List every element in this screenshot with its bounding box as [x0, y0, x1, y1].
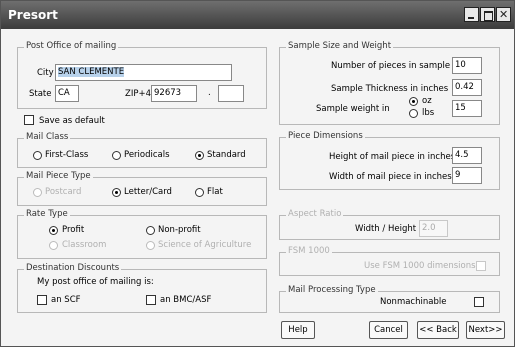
thickness-label: Sample Thickness in inches	[331, 84, 449, 94]
window-title: Presort	[8, 8, 58, 22]
back-button[interactable]: << Back	[417, 321, 459, 339]
city-field[interactable]: SAN CLEMENTE	[55, 64, 232, 81]
city-value: SAN CLEMENTE	[58, 67, 125, 77]
city-label: City	[37, 68, 54, 78]
height-field[interactable]: 4.5	[452, 147, 482, 164]
postcard-label: Postcard	[45, 187, 82, 197]
scf-label: an SCF	[51, 295, 81, 305]
post-office-group: Post Office of mailing City SAN CLEMENTE…	[17, 41, 267, 109]
cancel-button[interactable]: Cancel	[369, 321, 408, 339]
piece-type-legend: Mail Piece Type	[24, 171, 93, 181]
close-icon[interactable]: ✕	[496, 7, 511, 22]
dimensions-legend: Piece Dimensions	[286, 131, 365, 141]
next-button[interactable]: Next>>	[466, 321, 505, 339]
fsm-group: FSM 1000 Use FSM 1000 dimensions	[279, 246, 500, 276]
destination-prompt: My post office of mailing is:	[37, 277, 154, 287]
scf-checkbox[interactable]	[37, 295, 47, 305]
processing-group: Mail Processing Type Nonmachinable	[279, 285, 500, 313]
fsm-label: Use FSM 1000 dimensions	[364, 261, 476, 271]
mail-class-group: Mail Class First-Class Periodicals Stand…	[17, 132, 267, 168]
rate-type-legend: Rate Type	[24, 209, 70, 219]
radio-profit[interactable]	[49, 226, 58, 235]
zip4-field[interactable]	[218, 85, 244, 102]
presort-window: Presort ✕ Post Office of mailing City SA…	[0, 0, 515, 347]
bmc-asf-checkbox[interactable]	[146, 295, 156, 305]
radio-standard[interactable]	[195, 151, 204, 160]
radio-lbs[interactable]	[409, 109, 418, 118]
sample-count-field[interactable]: 10	[452, 57, 482, 74]
help-button[interactable]: Help	[281, 321, 315, 339]
destination-legend: Destination Discounts	[24, 263, 122, 273]
nonmachinable-checkbox[interactable]	[474, 297, 484, 307]
lbs-label: lbs	[422, 108, 435, 118]
radio-non-profit[interactable]	[146, 226, 155, 235]
bmc-asf-label: an BMC/ASF	[160, 295, 212, 305]
mail-class-legend: Mail Class	[24, 132, 71, 142]
standard-label: Standard	[207, 150, 246, 160]
sample-group: Sample Size and Weight Number of pieces …	[279, 41, 500, 125]
save-default-label: Save as default	[39, 116, 105, 126]
radio-classroom[interactable]	[49, 241, 58, 250]
state-field[interactable]: CA	[55, 85, 79, 102]
zip-separator: .	[208, 88, 211, 98]
aspect-field[interactable]: 2.0	[419, 220, 448, 237]
nonmachinable-label: Nonmachinable	[380, 297, 447, 307]
weight-label: Sample weight in	[316, 104, 390, 114]
radio-postcard[interactable]	[33, 188, 42, 197]
zip-field[interactable]: 92673	[151, 85, 197, 102]
fsm-legend: FSM 1000	[286, 246, 332, 256]
radio-periodicals[interactable]	[112, 151, 121, 160]
fsm-checkbox[interactable]	[476, 261, 486, 271]
periodicals-label: Periodicals	[124, 150, 170, 160]
width-label: Width of mail piece in inches	[329, 172, 452, 182]
minimize-icon[interactable]	[464, 7, 479, 22]
thickness-field[interactable]: 0.42	[452, 79, 482, 96]
dimensions-group: Piece Dimensions Height of mail piece in…	[279, 131, 500, 190]
processing-legend: Mail Processing Type	[286, 285, 378, 295]
letter-card-label: Letter/Card	[124, 187, 172, 197]
piece-type-group: Mail Piece Type Postcard Letter/Card Fla…	[17, 171, 267, 206]
save-default-checkbox[interactable]	[24, 115, 34, 125]
radio-science-agriculture[interactable]	[146, 241, 155, 250]
height-label: Height of mail piece in inches	[329, 152, 456, 162]
radio-oz[interactable]	[409, 97, 418, 106]
maximize-icon[interactable]	[480, 7, 495, 22]
radio-first-class[interactable]	[33, 151, 42, 160]
non-profit-label: Non-profit	[158, 225, 201, 235]
classroom-label: Classroom	[62, 240, 107, 250]
profit-label: Profit	[62, 225, 85, 235]
aspect-group: Aspect Ratio Width / Height 2.0	[279, 209, 500, 240]
state-label: State	[29, 89, 52, 99]
width-field[interactable]: 9	[452, 167, 482, 184]
rate-type-group: Rate Type Profit Non-profit Classroom Sc…	[17, 209, 267, 259]
oz-label: oz	[422, 96, 432, 106]
sample-count-label: Number of pieces in sample	[331, 61, 451, 71]
post-office-legend: Post Office of mailing	[24, 41, 119, 51]
aspect-legend: Aspect Ratio	[286, 209, 344, 219]
first-class-label: First-Class	[45, 150, 89, 160]
aspect-label: Width / Height	[355, 224, 417, 234]
title-bar: Presort ✕	[1, 1, 514, 29]
weight-field[interactable]: 15	[452, 100, 482, 117]
science-agriculture-label: Science of Agriculture	[158, 240, 252, 250]
zip-label: ZIP+4	[125, 89, 151, 99]
radio-flat[interactable]	[195, 188, 204, 197]
destination-group: Destination Discounts My post office of …	[17, 263, 267, 313]
radio-letter-card[interactable]	[112, 188, 121, 197]
flat-label: Flat	[207, 187, 223, 197]
sample-legend: Sample Size and Weight	[286, 41, 394, 51]
